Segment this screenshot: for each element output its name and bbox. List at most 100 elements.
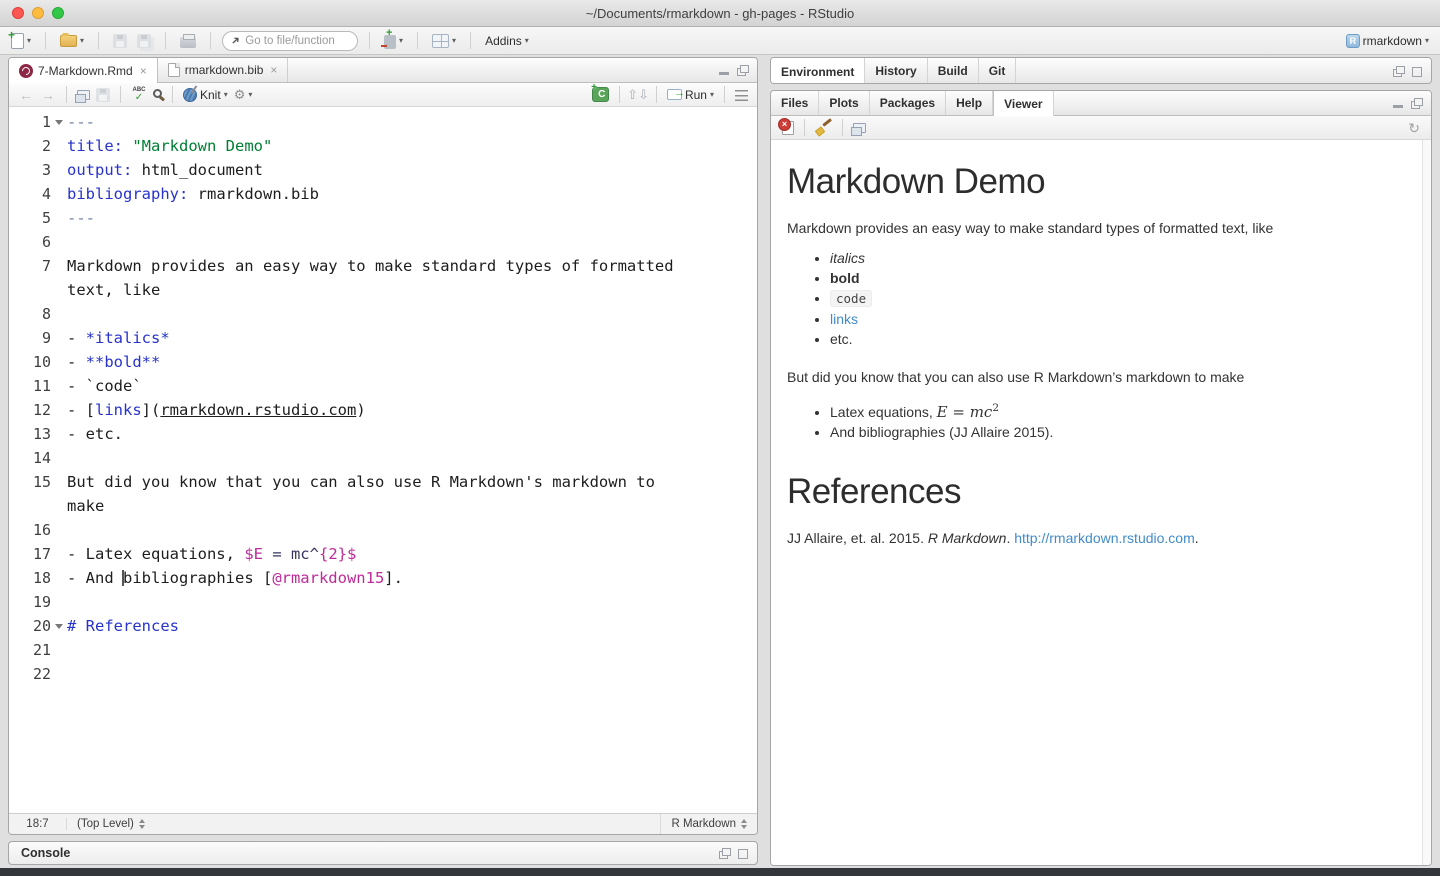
code-line: 12- [links](rmarkdown.rstudio.com) — [9, 398, 757, 422]
tab-label: Build — [938, 64, 968, 78]
tab-files[interactable]: Files — [771, 91, 819, 115]
code-token: - `code` — [67, 377, 142, 395]
open-file-button[interactable]: ▾ — [57, 33, 87, 49]
open-file-caret: ▾ — [80, 37, 84, 45]
code-token: ]( — [142, 401, 161, 419]
show-in-new-window-button[interactable] — [74, 88, 93, 102]
tab-git[interactable]: Git — [979, 58, 1017, 84]
reference-link[interactable]: http://rmarkdown.rstudio.com — [1014, 530, 1195, 546]
document-outline-button[interactable] — [732, 86, 751, 103]
save-document-button[interactable] — [93, 86, 113, 104]
titlebar: ~/Documents/rmarkdown - gh-pages - RStud… — [0, 0, 1440, 27]
print-button[interactable] — [177, 32, 199, 50]
project-menu-button[interactable]: rmarkdown ▾ — [1343, 32, 1432, 50]
reference-entry: JJ Allaire, et. al. 2015. R Markdown. ht… — [787, 528, 1406, 548]
open-in-new-window-button[interactable] — [850, 121, 869, 135]
line-number: 13 — [9, 422, 51, 446]
scope-selector[interactable]: (Top Level) — [67, 818, 155, 830]
minimize-pane-icon[interactable] — [1393, 98, 1404, 108]
separator — [165, 32, 166, 49]
print-icon — [180, 37, 196, 48]
tab-help[interactable]: Help — [946, 91, 993, 115]
maximize-pane-icon[interactable] — [737, 848, 748, 858]
main-toolbar: ▾ ▾ ➜ ▾ ▾ Addins▾ rmarkdown ▾ — [0, 27, 1440, 55]
project-caret: ▾ — [1425, 37, 1429, 45]
link[interactable]: links — [830, 311, 858, 327]
code-token: output: — [67, 161, 132, 179]
forward-button[interactable]: → — [37, 87, 59, 103]
run-icon — [667, 89, 682, 100]
code-line: 1--- — [9, 110, 757, 134]
find-replace-button[interactable] — [150, 89, 165, 100]
line-number: 4 — [9, 182, 51, 206]
fold-arrow-icon[interactable] — [55, 120, 63, 125]
tab-plots[interactable]: Plots — [819, 91, 869, 115]
pane-layout-button[interactable]: ▾ — [429, 32, 459, 50]
code-token: make — [67, 497, 104, 515]
editor-tab-rmarkdown.bib[interactable]: rmarkdown.bib × — [158, 58, 289, 82]
spinner-icon — [741, 819, 747, 829]
code-line: 4bibliography: rmarkdown.bib — [9, 182, 757, 206]
fold-column — [51, 470, 67, 494]
goto-file-function-input[interactable] — [245, 35, 345, 47]
goto-file-function-box[interactable]: ➜ — [222, 31, 358, 51]
go-to-previous-section-button[interactable]: ⇧ — [627, 87, 638, 103]
doc-paragraph-2: But did you know that you can also use R… — [787, 367, 1406, 387]
run-caret: ▾ — [710, 91, 714, 99]
new-file-button[interactable]: ▾ — [8, 31, 34, 51]
knit-caret: ▾ — [224, 91, 228, 99]
run-button[interactable]: Run ▾ — [664, 86, 717, 104]
restore-pane-icon[interactable] — [1393, 66, 1404, 76]
fold-arrow-icon[interactable] — [55, 624, 63, 629]
save-all-button[interactable] — [134, 32, 154, 50]
document-options-button[interactable]: ⚙▾ — [231, 86, 256, 103]
close-tab-icon[interactable]: × — [140, 64, 147, 78]
back-button[interactable]: ← — [15, 87, 37, 103]
code-token: links — [95, 401, 142, 419]
code-token: - And — [67, 569, 123, 587]
tab-label: rmarkdown.bib — [185, 63, 264, 77]
code-editor[interactable]: 1---2title: "Markdown Demo"3output: html… — [9, 107, 757, 813]
maximize-pane-icon[interactable] — [1411, 66, 1422, 76]
popout-icon — [77, 90, 90, 100]
restore-pane-icon[interactable] — [1411, 98, 1422, 108]
version-control-button[interactable]: ▾ — [381, 30, 406, 51]
rstudio-window: ~/Documents/rmarkdown - gh-pages - RStud… — [0, 0, 1440, 876]
fold-column — [51, 398, 67, 422]
spellcheck-button[interactable]: ABC — [128, 85, 150, 105]
environment-pane: Environment History Build Git — [770, 57, 1432, 84]
tab-environment[interactable]: Environment — [771, 58, 865, 84]
tab-history[interactable]: History — [865, 58, 927, 84]
code-line: 22 — [9, 662, 757, 686]
code-token: --- — [67, 113, 95, 131]
save-button[interactable] — [110, 32, 130, 50]
code-token — [123, 137, 132, 155]
insert-chunk-button[interactable] — [589, 85, 612, 104]
go-to-next-section-button[interactable]: ⇩ — [638, 87, 649, 103]
line-number: 9 — [9, 326, 51, 350]
stop-viewer-button[interactable] — [779, 119, 797, 137]
tab-viewer[interactable]: Viewer — [993, 91, 1053, 116]
restore-pane-icon[interactable] — [737, 65, 748, 75]
addins-button[interactable]: Addins▾ — [482, 32, 532, 50]
code-text: - Latex equations, $E = mc^{2}$ — [67, 542, 356, 566]
tab-label: Environment — [781, 65, 854, 79]
close-tab-icon[interactable]: × — [270, 63, 277, 77]
code-line: 3output: html_document — [9, 158, 757, 182]
code-token: rmarkdown.bib — [188, 185, 319, 203]
document-mode-selector[interactable]: R Markdown — [660, 814, 757, 834]
editor-tab-7-markdown.rmd[interactable]: 7-Markdown.Rmd× — [9, 58, 158, 83]
tab-packages[interactable]: Packages — [870, 91, 946, 115]
goto-arrow-icon: ➜ — [228, 33, 244, 49]
code-text: - [links](rmarkdown.rstudio.com) — [67, 398, 366, 422]
refresh-viewer-button[interactable]: ↻ — [1405, 119, 1423, 137]
restore-pane-icon[interactable] — [719, 848, 730, 858]
viewer-scrollbar[interactable] — [1422, 140, 1431, 865]
clear-viewer-button[interactable] — [812, 118, 835, 138]
code-token: But did you know that you can also use R… — [67, 473, 655, 491]
minimize-pane-icon[interactable] — [719, 65, 730, 75]
tab-build[interactable]: Build — [928, 58, 979, 84]
line-number: 7 — [9, 254, 51, 278]
line-number: 6 — [9, 230, 51, 254]
knit-button[interactable]: Knit ▾ — [180, 86, 231, 104]
